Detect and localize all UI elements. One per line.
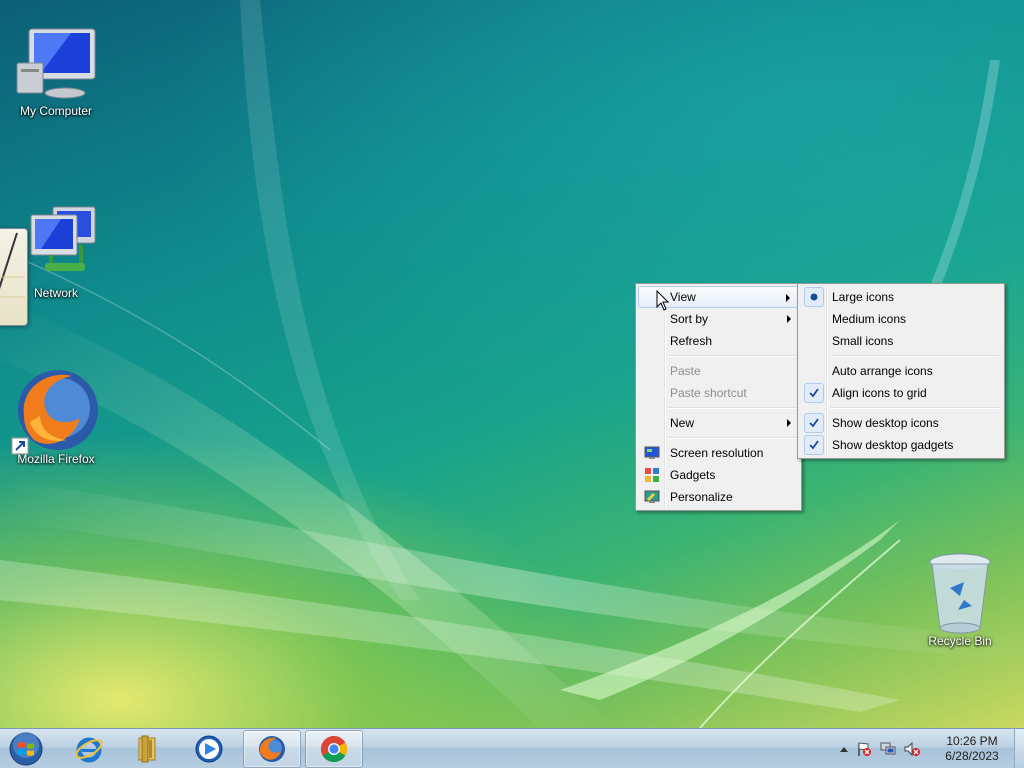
menu-separator — [668, 437, 797, 439]
menu-item-label: Medium icons — [832, 312, 907, 326]
menu-item-large-icons[interactable]: Large icons — [800, 286, 1002, 308]
chrome-icon — [320, 735, 348, 763]
volume-button[interactable] — [904, 741, 920, 757]
menu-item-label: Gadgets — [670, 468, 716, 482]
menu-item-label: View — [670, 290, 696, 304]
menu-item-label: New — [670, 416, 695, 430]
mouse-cursor-icon — [656, 290, 670, 311]
menu-item-auto-arrange-icons[interactable]: Auto arrange icons — [800, 360, 1002, 382]
menu-item-show-desktop-gadgets[interactable]: Show desktop gadgets — [800, 434, 1002, 456]
system-tray: 10:26 PM 6/28/2023 — [834, 729, 1024, 768]
show-desktop-button[interactable] — [1014, 729, 1024, 768]
menu-separator — [830, 407, 1000, 409]
desktop-icon-label: Mozilla Firefox — [17, 452, 95, 466]
menu-item-label: Show desktop gadgets — [832, 438, 954, 452]
menu-item-label: Refresh — [670, 334, 713, 348]
menu-separator — [830, 355, 1000, 357]
menu-item-label: Align icons to grid — [832, 386, 927, 400]
menu-item-small-icons[interactable]: Small icons — [800, 330, 1002, 352]
checkmark-icon — [804, 413, 824, 433]
menu-item-label: Auto arrange icons — [832, 364, 933, 378]
submenu-arrow-icon — [787, 419, 791, 427]
menu-item-paste-shortcut[interactable]: Paste shortcut — [638, 382, 799, 404]
taskbar-firefox[interactable] — [243, 730, 301, 768]
firefox-icon — [259, 736, 285, 762]
firefox-icon — [11, 370, 98, 455]
recycle-bin-icon — [929, 553, 991, 634]
internet-explorer-icon — [75, 737, 103, 763]
menu-item-label: Sort by — [670, 312, 709, 326]
desktop-icon-label: My Computer — [19, 104, 93, 118]
chevron-up-icon — [840, 747, 848, 752]
taskbar-clock[interactable]: 10:26 PM 6/28/2023 — [934, 734, 1010, 764]
desktop-context-menu: View Sort by Refresh Paste Paste shortcu… — [635, 283, 802, 511]
network-status-icon — [880, 742, 896, 755]
taskbar-windows-media-player[interactable] — [180, 730, 238, 768]
menu-item-label: Paste shortcut — [670, 386, 747, 400]
checkmark-icon — [804, 383, 824, 403]
menu-item-personalize[interactable]: Personalize — [638, 486, 799, 508]
start-button[interactable] — [2, 730, 50, 768]
menu-item-screen-resolution[interactable]: Screen resolution — [638, 442, 799, 464]
menu-item-paste[interactable]: Paste — [638, 360, 799, 382]
desktop-icon-my-computer[interactable]: My Computer — [10, 22, 102, 118]
offscreen-window[interactable] — [0, 228, 28, 326]
menu-item-label: Personalize — [670, 490, 733, 504]
taskbar: 10:26 PM 6/28/2023 — [0, 728, 1024, 768]
menu-item-show-desktop-icons[interactable]: Show desktop icons — [800, 412, 1002, 434]
windows-explorer-icon — [138, 735, 156, 763]
checkmark-icon — [804, 435, 824, 455]
taskbar-internet-explorer[interactable] — [60, 730, 118, 768]
start-orb-icon — [9, 732, 43, 766]
volume-muted-icon — [904, 741, 920, 757]
menu-item-new[interactable]: New — [638, 412, 799, 434]
menu-item-refresh[interactable]: Refresh — [638, 330, 799, 352]
clock-time: 10:26 PM — [946, 734, 998, 748]
gadgets-icon — [642, 465, 662, 485]
menu-item-label: Large icons — [832, 290, 895, 304]
windows-media-player-icon — [195, 735, 223, 763]
menu-item-medium-icons[interactable]: Medium icons — [800, 308, 1002, 330]
screen-resolution-icon — [642, 443, 662, 463]
menu-item-gadgets[interactable]: Gadgets — [638, 464, 799, 486]
personalize-icon — [642, 487, 662, 507]
computer-icon — [16, 28, 96, 99]
menu-item-label: Screen resolution — [670, 446, 764, 460]
desktop-icon-recycle-bin[interactable]: Recycle Bin — [914, 552, 1006, 648]
radio-selected-icon — [804, 287, 824, 307]
menu-separator — [668, 355, 797, 357]
menu-item-label: Small icons — [832, 334, 894, 348]
submenu-arrow-icon — [787, 315, 791, 323]
show-hidden-icons-button[interactable] — [836, 741, 852, 757]
action-center-button[interactable] — [856, 741, 872, 757]
menu-separator — [668, 407, 797, 409]
taskbar-chrome[interactable] — [305, 730, 363, 768]
view-submenu: Large icons Medium icons Small icons Aut… — [797, 283, 1005, 459]
taskbar-windows-explorer[interactable] — [118, 730, 176, 768]
flag-warning-icon — [858, 742, 871, 756]
menu-item-label: Paste — [670, 364, 701, 378]
desktop-icon-mozilla-firefox[interactable]: Mozilla Firefox — [10, 370, 102, 466]
clock-date: 6/28/2023 — [945, 749, 999, 763]
menu-item-label: Show desktop icons — [832, 416, 939, 430]
submenu-arrow-icon — [786, 294, 790, 302]
pen-icon — [0, 232, 25, 298]
menu-item-align-icons-to-grid[interactable]: Align icons to grid — [800, 382, 1002, 404]
network-status-button[interactable] — [880, 741, 896, 757]
